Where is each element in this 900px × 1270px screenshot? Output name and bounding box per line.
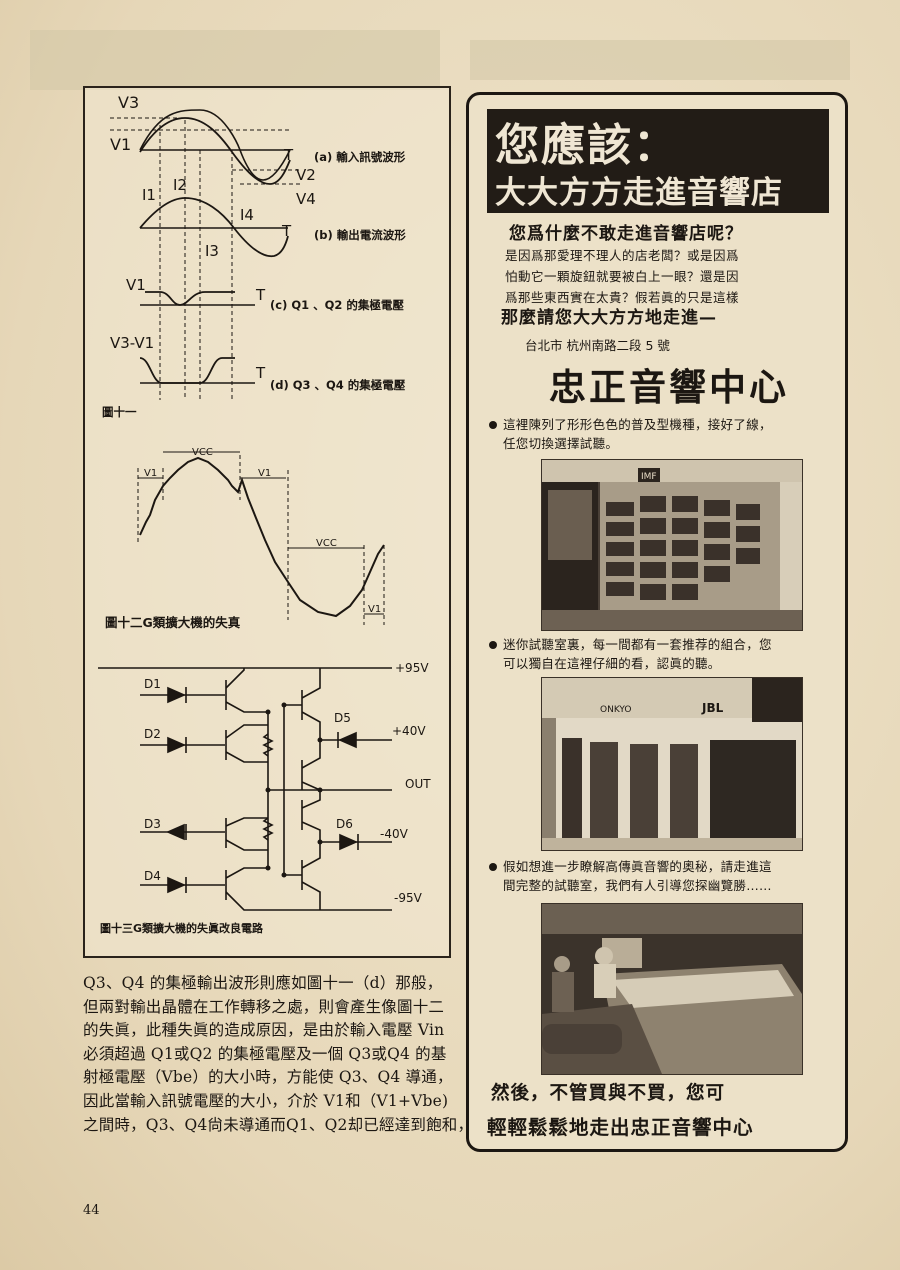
store-address: 台北市 杭州南路二段 5 號: [525, 338, 670, 353]
label-rail-m95: -95V: [394, 891, 423, 905]
ad-closing-line-2: 輕輕鬆鬆地走出忠正音響中心: [487, 1116, 754, 1139]
ad-headline: 您應該：: [495, 120, 679, 171]
store-name: 忠正音響中心: [549, 366, 789, 409]
bullet-showroom: 這裡陳列了形形色色的普及型機種，接好了線， 任您切換選擇試聽。: [489, 415, 772, 453]
bullet-dot-icon: [489, 641, 497, 649]
ad-intro-line: 怕動它一顆旋鈕就要被白上一眼？還是因: [505, 269, 740, 284]
body-line: 的失眞，此種失眞的造成原因，是由於輸入電壓 Vin: [83, 1021, 445, 1040]
label-d2: D2: [144, 727, 161, 741]
ad-intro-line: 是因爲那愛理不理人的店老闆？或是因爲: [505, 248, 740, 263]
bullet-dot-icon: [489, 421, 497, 429]
ad-subheadline: 大大方方走進音響店: [495, 175, 783, 211]
photo-showroom: IMF: [541, 459, 803, 631]
figure-13-title: 圖十三G類擴大機的失眞改良電路: [100, 922, 264, 935]
ad-closing-line-1: 然後，不管買與不買，您可: [491, 1083, 726, 1104]
label-d3: D3: [144, 817, 161, 831]
photo1-brand: IMF: [641, 472, 657, 482]
body-line: 因此當輸入訊號電壓的大小，介於 V1和（V1+Vbe): [83, 1091, 449, 1110]
body-line: Q3、Q4 的集極輸出波形則應如圖十一（d）那般，: [83, 974, 443, 992]
photo2-brand-jbl: JBL: [701, 701, 724, 715]
body-line: 但兩對輸出晶體在工作轉移之處，則會產生像圖十二: [83, 997, 445, 1016]
page-number: 44: [83, 1203, 100, 1218]
label-rail-m40: -40V: [380, 827, 409, 841]
label-out: OUT: [405, 777, 431, 791]
body-text: Q3、Q4 的集極輸出波形則應如圖十一（d）那般， 但兩對輸出晶體在工作轉移之處…: [83, 972, 474, 1137]
bullet-listening-room: 假如想進一步瞭解高傳眞音響的奧秘，請走進這 間完整的試聽室，我們有人引導您探幽覽…: [489, 857, 772, 895]
label-d5: D5: [334, 711, 351, 725]
label-d4: D4: [144, 869, 161, 883]
ad-invite: 那麼請您大大方方地走進—: [501, 308, 717, 328]
bullet-line: 可以獨自在這裡仔細的看，認眞的聽。: [503, 656, 721, 671]
bullet-dot-icon: [489, 863, 497, 871]
store-advertisement: 您應該： 大大方方走進音響店 您爲什麼不敢走進音響店呢？ 是因爲那愛理不理人的店…: [466, 92, 848, 1152]
ad-question: 您爲什麼不敢走進音響店呢？: [509, 224, 743, 244]
bullet-line: 假如想進一步瞭解高傳眞音響的奧秘，請走進這: [503, 859, 772, 874]
bullet-line: 任您切換選擇試聽。: [503, 436, 619, 451]
bullet-line: 這裡陳列了形形色色的普及型機種，接好了線，: [503, 417, 772, 432]
ad-intro: 是因爲那愛理不理人的店老闆？或是因爲 怕動它一顆旋鈕就要被白上一眼？還是因 爲那…: [505, 245, 739, 308]
body-line: 之間時，Q3、Q4尙未導通而Q1、Q2却已經達到飽和，: [83, 1115, 474, 1134]
body-line: 射極電壓（Vbe）的大小時，方能使 Q3、Q4 導通，: [83, 1068, 453, 1087]
label-rail-p95: +95V: [395, 661, 429, 675]
bullet-line: 間完整的試聽室，我們有人引導您探幽覽勝……: [503, 878, 772, 893]
bullet-line: 迷你試聽室裏，每一間都有一套推荐的組合，您: [503, 637, 772, 652]
photo-mini-rooms: ONKYO JBL: [541, 677, 803, 851]
photo-listening-room: [541, 903, 803, 1075]
bullet-mini-rooms: 迷你試聽室裏，每一間都有一套推荐的組合，您 可以獨自在這裡仔細的看，認眞的聽。: [489, 635, 772, 673]
label-d1: D1: [144, 677, 161, 691]
ad-banner: 您應該： 大大方方走進音響店: [487, 109, 829, 213]
photo2-brand-onkyo: ONKYO: [600, 705, 632, 715]
label-rail-p40: +40V: [392, 724, 426, 738]
body-line: 必須超過 Q1或Q2 的集極電壓及一個 Q3或Q4 的基: [83, 1044, 447, 1063]
label-d6: D6: [336, 817, 353, 831]
